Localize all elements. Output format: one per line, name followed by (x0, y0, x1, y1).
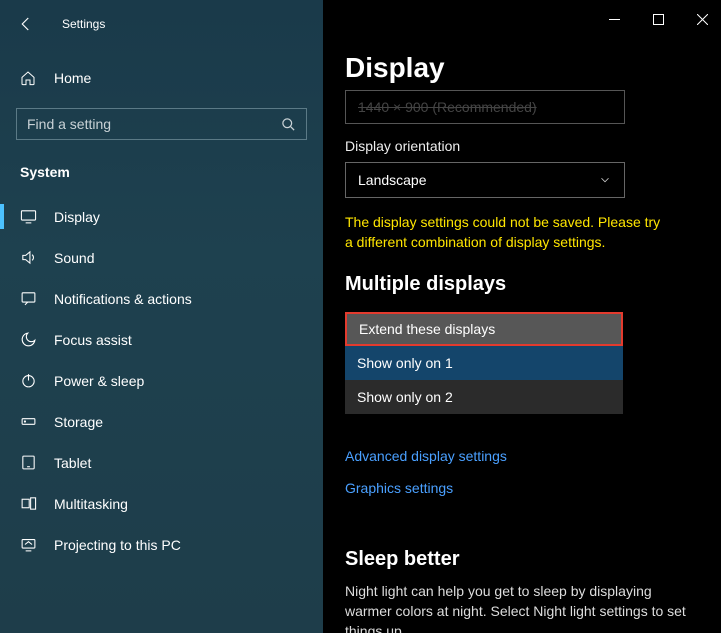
resolution-dropdown[interactable]: 1440 × 900 (Recommended) (345, 90, 625, 124)
chevron-down-icon (598, 173, 612, 187)
dd-option-show-1[interactable]: Show only on 1 (345, 346, 623, 380)
power-icon (20, 372, 38, 389)
search-icon (281, 117, 296, 132)
sidebar-item-power[interactable]: Power & sleep (0, 360, 323, 401)
orientation-value: Landscape (358, 172, 427, 188)
sleep-better-heading: Sleep better (345, 548, 699, 571)
sidebar-item-storage[interactable]: Storage (0, 401, 323, 442)
search-input[interactable] (27, 116, 281, 132)
orientation-label: Display orientation (345, 138, 699, 154)
multiple-displays-heading: Multiple displays (345, 273, 699, 296)
close-button[interactable] (689, 6, 715, 32)
home-link[interactable]: Home (0, 62, 323, 94)
sidebar-item-label: Focus assist (54, 332, 132, 348)
sidebar-nav: Display Sound Notifications & actions Fo… (0, 196, 323, 633)
sidebar: Settings Home System Display (0, 0, 323, 633)
window-controls (601, 6, 715, 32)
sidebar-item-label: Multitasking (54, 496, 128, 512)
graphics-settings-link[interactable]: Graphics settings (345, 480, 699, 496)
orientation-dropdown[interactable]: Landscape (345, 162, 625, 198)
sidebar-item-sound[interactable]: Sound (0, 237, 323, 278)
sidebar-item-label: Tablet (54, 455, 91, 471)
sidebar-item-label: Display (54, 209, 100, 225)
resolution-value: 1440 × 900 (Recommended) (358, 99, 537, 115)
main-panel: Display 1440 × 900 (Recommended) Display… (323, 0, 721, 633)
error-message: The display settings could not be saved.… (345, 212, 665, 253)
sidebar-item-label: Power & sleep (54, 373, 144, 389)
search-box[interactable] (16, 108, 307, 140)
tablet-icon (20, 454, 38, 471)
dd-option-label: Show only on 2 (357, 389, 453, 405)
project-icon (20, 536, 38, 553)
sidebar-item-tablet[interactable]: Tablet (0, 442, 323, 483)
maximize-button[interactable] (645, 6, 671, 32)
dd-option-extend[interactable]: Extend these displays (345, 312, 623, 346)
dd-option-label: Show only on 1 (357, 355, 453, 371)
page-title: Display (345, 52, 699, 84)
multitask-icon (20, 495, 38, 512)
home-label: Home (54, 70, 91, 86)
dd-option-label: Extend these displays (359, 321, 495, 337)
sidebar-item-focus-assist[interactable]: Focus assist (0, 319, 323, 360)
home-icon (20, 70, 38, 86)
drive-icon (20, 413, 38, 430)
sidebar-item-multitasking[interactable]: Multitasking (0, 483, 323, 524)
window-title: Settings (62, 17, 105, 31)
sidebar-item-label: Notifications & actions (54, 291, 192, 307)
speaker-icon (20, 249, 38, 266)
multiple-displays-dropdown[interactable]: Extend these displays Show only on 1 Sho… (345, 312, 623, 414)
moon-icon (20, 331, 38, 348)
advanced-display-link[interactable]: Advanced display settings (345, 448, 699, 464)
sleep-better-text: Night light can help you get to sleep by… (345, 581, 695, 633)
monitor-icon (20, 208, 38, 225)
sidebar-item-notifications[interactable]: Notifications & actions (0, 278, 323, 319)
sidebar-item-label: Storage (54, 414, 103, 430)
sidebar-item-display[interactable]: Display (0, 196, 323, 237)
minimize-button[interactable] (601, 6, 627, 32)
sidebar-item-label: Sound (54, 250, 94, 266)
sidebar-item-projecting[interactable]: Projecting to this PC (0, 524, 323, 565)
back-button[interactable] (12, 10, 40, 38)
chat-icon (20, 290, 38, 307)
titlebar: Settings (0, 0, 323, 52)
dd-option-show-2[interactable]: Show only on 2 (345, 380, 623, 414)
sidebar-item-label: Projecting to this PC (54, 537, 181, 553)
sidebar-section-label: System (20, 164, 303, 180)
